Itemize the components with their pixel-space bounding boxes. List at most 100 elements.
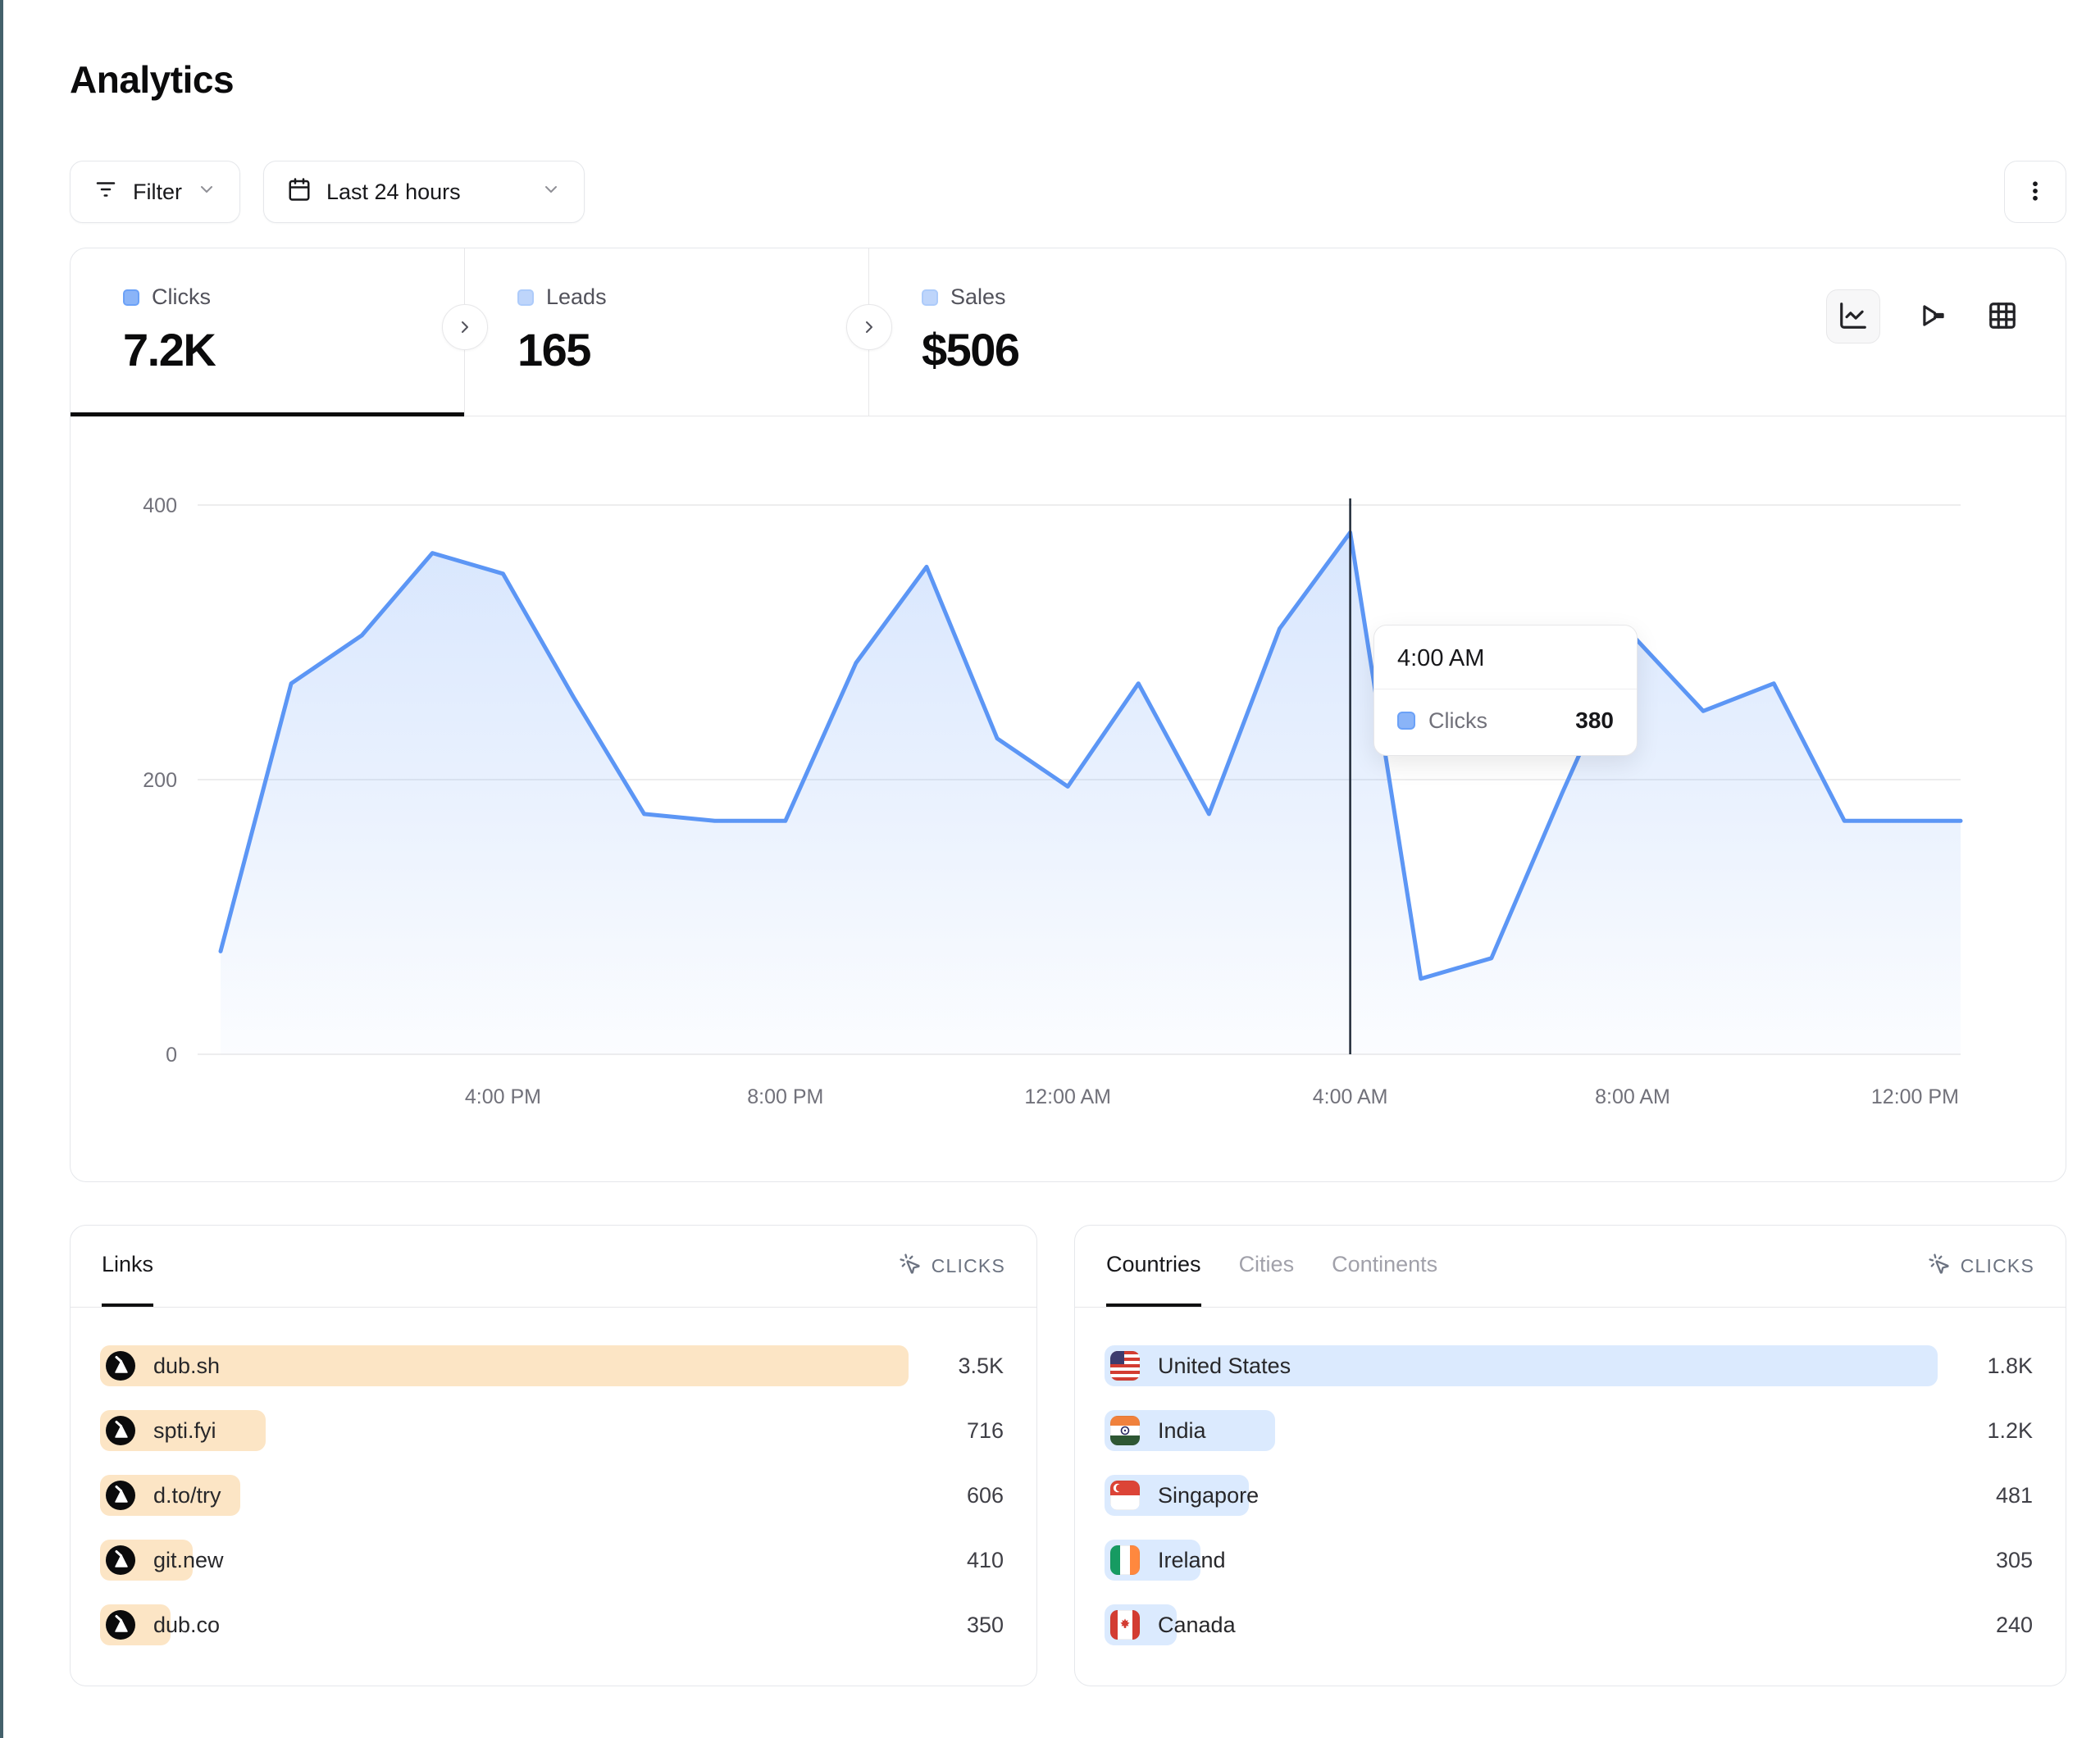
grid-table-icon [1987, 300, 2018, 334]
metric-label: CLICKS [1961, 1255, 2034, 1277]
bar-track [1105, 1410, 1938, 1451]
tab-countries[interactable]: Countries [1106, 1226, 1201, 1307]
list-item-value: 240 [1996, 1604, 2033, 1645]
list-item-label: spti.fyi [153, 1418, 216, 1444]
countries-panel-header: Countries Cities Continents CLICKS [1075, 1226, 2066, 1308]
list-item[interactable]: spti.fyi 716 [100, 1410, 1007, 1451]
list-item[interactable]: git.new 410 [100, 1540, 1007, 1581]
calendar-icon [287, 177, 312, 207]
pointer-click-icon [1928, 1253, 1951, 1280]
list-item-label: Canada [1158, 1613, 1236, 1638]
svg-text:4:00 PM: 4:00 PM [465, 1085, 541, 1108]
list-item-label: India [1158, 1418, 1206, 1444]
tooltip-value: 380 [1575, 707, 1614, 734]
links-panel: Links CLICKS dub.sh 3.5K [70, 1225, 1037, 1686]
ca-flag-icon [1110, 1610, 1140, 1640]
stat-value: 165 [517, 323, 868, 376]
list-item-value: 716 [967, 1410, 1004, 1451]
screen-edge-strip [0, 0, 3, 1738]
svg-text:12:00 PM: 12:00 PM [1871, 1085, 1959, 1108]
list-item[interactable]: Canada 240 [1105, 1604, 2036, 1645]
list-item[interactable]: Ireland 305 [1105, 1540, 2036, 1581]
analytics-card: Clicks 7.2K Leads 165 [70, 248, 2066, 1182]
list-item[interactable]: dub.sh 3.5K [100, 1345, 1007, 1386]
analytics-page: Analytics Filter Last 24 hours [70, 0, 2066, 1686]
list-item-label: dub.co [153, 1613, 220, 1638]
dub-logo-icon [106, 1610, 135, 1640]
list-item[interactable]: Singapore 481 [1105, 1475, 2036, 1516]
links-tabs: Links [102, 1226, 153, 1307]
countries-tabs: Countries Cities Continents [1106, 1226, 1437, 1307]
list-item-value: 350 [967, 1604, 1004, 1645]
svg-text:12:00 AM: 12:00 AM [1024, 1085, 1111, 1108]
filter-button[interactable]: Filter [70, 161, 240, 223]
tab-cities[interactable]: Cities [1239, 1226, 1295, 1307]
stats-header: Clicks 7.2K Leads 165 [71, 248, 2066, 416]
filter-icon [93, 177, 118, 207]
stat-tab-leads[interactable]: Leads 165 [465, 248, 868, 416]
dub-logo-icon [106, 1416, 135, 1445]
date-range-button[interactable]: Last 24 hours [263, 161, 585, 223]
bar-track [100, 1604, 909, 1645]
links-metric-toggle[interactable]: CLICKS [899, 1226, 1005, 1307]
svg-text:8:00 AM: 8:00 AM [1595, 1085, 1670, 1108]
tooltip-legend-square-icon [1397, 712, 1415, 730]
tab-continents[interactable]: Continents [1332, 1226, 1437, 1307]
svg-text:4:00 AM: 4:00 AM [1313, 1085, 1388, 1108]
kebab-menu-icon [2023, 179, 2048, 206]
stat-tab-clicks[interactable]: Clicks 7.2K [71, 248, 464, 416]
more-options-button[interactable] [2004, 161, 2066, 223]
list-item-value: 410 [967, 1540, 1004, 1581]
bar-fill [100, 1345, 909, 1386]
table-view-toggle-button[interactable] [1987, 300, 2018, 334]
tooltip-series-label: Clicks [1428, 708, 1487, 734]
us-flag-icon [1110, 1351, 1140, 1381]
list-item-label: Singapore [1158, 1483, 1259, 1508]
funnel-chart-icon [1918, 300, 1949, 334]
stat-value: 7.2K [123, 323, 464, 376]
sales-legend-square-icon [922, 289, 938, 306]
date-range-label: Last 24 hours [326, 180, 461, 205]
clicks-timeseries-chart[interactable]: 02004004:00 PM8:00 PM12:00 AM4:00 AM8:00… [71, 416, 2066, 1182]
list-item-value: 481 [1996, 1475, 2033, 1516]
list-item-label: git.new [153, 1548, 224, 1573]
funnel-chart-toggle-button[interactable] [1918, 300, 1949, 334]
list-item-label: dub.sh [153, 1354, 220, 1379]
area-chart-canvas[interactable]: 02004004:00 PM8:00 PM12:00 AM4:00 AM8:00… [71, 416, 2066, 1182]
list-item[interactable]: d.to/try 606 [100, 1475, 1007, 1516]
bar-track [1105, 1540, 1938, 1581]
toolbar: Filter Last 24 hours [70, 161, 2066, 223]
ie-flag-icon [1110, 1545, 1140, 1575]
dub-logo-icon [106, 1481, 135, 1510]
stat-label: Clicks [152, 284, 211, 310]
links-panel-header: Links CLICKS [71, 1226, 1036, 1308]
expand-stat-button[interactable] [442, 304, 488, 350]
svg-text:0: 0 [166, 1044, 177, 1067]
chevron-down-icon [197, 180, 216, 205]
list-item-value: 1.2K [1987, 1410, 2033, 1451]
line-chart-toggle-button[interactable] [1826, 289, 1880, 344]
leads-legend-square-icon [517, 289, 534, 306]
list-item[interactable]: India 1.2K [1105, 1410, 2036, 1451]
countries-metric-toggle[interactable]: CLICKS [1928, 1226, 2034, 1307]
line-chart-icon [1838, 300, 1869, 334]
dub-logo-icon [106, 1351, 135, 1381]
page-title: Analytics [70, 57, 2066, 102]
list-item-value: 305 [1996, 1540, 2033, 1581]
list-item[interactable]: United States 1.8K [1105, 1345, 2036, 1386]
stat-value: $506 [922, 323, 1273, 376]
sg-flag-icon [1110, 1481, 1140, 1510]
list-item-value: 1.8K [1987, 1345, 2033, 1386]
expand-stat-button[interactable] [846, 304, 892, 350]
dub-logo-icon [106, 1545, 135, 1575]
clicks-legend-square-icon [123, 289, 139, 306]
tooltip-time: 4:00 AM [1374, 626, 1637, 689]
tab-links[interactable]: Links [102, 1226, 153, 1307]
list-item[interactable]: dub.co 350 [100, 1604, 1007, 1645]
stat-tab-sales[interactable]: Sales $506 [869, 248, 1273, 416]
list-item-label: United States [1158, 1354, 1291, 1379]
filter-button-label: Filter [133, 180, 182, 205]
in-flag-icon [1110, 1416, 1140, 1445]
stat-label: Sales [950, 284, 1006, 310]
svg-text:8:00 PM: 8:00 PM [747, 1085, 823, 1108]
